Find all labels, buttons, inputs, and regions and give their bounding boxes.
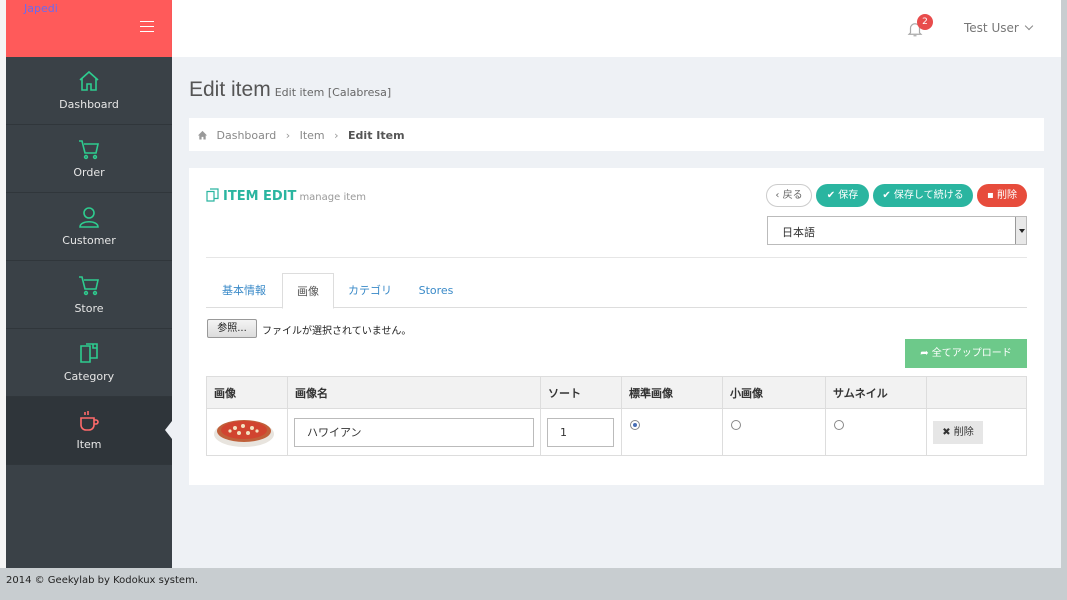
table-header-row: 画像 画像名 ソート 標準画像 小画像 サムネイル xyxy=(206,376,1027,409)
page-title: Edit item Edit item [Calabresa] xyxy=(189,78,391,102)
col-standard-image: 標準画像 xyxy=(621,376,723,409)
home-icon xyxy=(79,70,99,91)
language-selected: 日本語 xyxy=(782,226,815,239)
close-icon: ✖ xyxy=(942,426,954,438)
col-image: 画像 xyxy=(206,376,288,409)
row-delete-label: 削除 xyxy=(953,426,974,438)
breadcrumb-current: Edit Item xyxy=(348,129,405,142)
cart-icon xyxy=(79,276,99,296)
file-status: ファイルが選択されていません。 xyxy=(262,326,412,337)
dropdown-arrow-icon xyxy=(1015,217,1026,244)
col-image-name: 画像名 xyxy=(287,376,541,409)
sidebar-item-label: Category xyxy=(63,370,115,383)
page-subtitle: Edit item [Calabresa] xyxy=(274,86,392,99)
topbar: 2 Test User xyxy=(172,0,1061,57)
chevron-right-icon: › xyxy=(334,129,339,142)
sidebar-item-label: Customer xyxy=(62,234,116,247)
actions-cell: ✖ 削除 xyxy=(926,408,1027,456)
notification-badge: 2 xyxy=(917,14,933,30)
active-indicator xyxy=(165,421,172,439)
chevron-down-icon xyxy=(1024,21,1034,31)
standard-image-radio[interactable] xyxy=(630,420,640,430)
breadcrumb: Dashboard › Item › Edit Item xyxy=(189,118,1044,151)
check-icon: ✔ xyxy=(826,190,839,201)
image-name-cell: ハワイアン xyxy=(287,408,541,456)
image-cell xyxy=(206,408,288,456)
sort-input[interactable]: 1 xyxy=(547,417,614,447)
user-menu[interactable]: Test User xyxy=(964,21,1034,35)
thumbnail-cell xyxy=(825,408,927,456)
chevron-left-icon: ‹ xyxy=(775,190,783,201)
copy-icon xyxy=(80,343,98,363)
browse-button[interactable]: 参照... xyxy=(207,319,257,338)
panel-title: ITEM EDIT manage item xyxy=(206,188,366,204)
tab-bar: 基本情報 画像 カテゴリ Stores xyxy=(206,273,1027,309)
footer-text: 2014 © Geekylab by Kodokux system. xyxy=(6,575,198,586)
image-table: 画像 画像名 ソート 標準画像 小画像 サムネイル ハワイアン 1 ✖ 削除 xyxy=(206,376,1027,456)
tab-images[interactable]: 画像 xyxy=(282,273,334,309)
tab-stores[interactable]: Stores xyxy=(404,273,468,309)
sidebar-item-customer[interactable]: Customer xyxy=(6,193,172,261)
sidebar-item-label: Dashboard xyxy=(59,98,119,111)
sidebar: Japedi Dashboard Order Customer Store Ca… xyxy=(6,0,172,568)
table-row: ハワイアン 1 ✖ 削除 xyxy=(206,408,1027,456)
tab-basic-info[interactable]: 基本情報 xyxy=(206,273,282,309)
save-button-label: 保存 xyxy=(838,190,859,201)
sidebar-item-dashboard[interactable]: Dashboard xyxy=(6,57,172,125)
language-select[interactable]: 日本語 xyxy=(767,216,1027,245)
brand-name[interactable]: Japedi xyxy=(24,2,58,15)
sidebar-item-item[interactable]: Item xyxy=(6,397,172,465)
col-small-image: 小画像 xyxy=(722,376,826,409)
breadcrumb-item[interactable]: Item xyxy=(300,129,325,142)
standard-image-cell xyxy=(621,408,723,456)
col-actions xyxy=(926,376,1027,409)
home-icon xyxy=(197,130,208,140)
small-image-radio[interactable] xyxy=(731,420,741,430)
menu-toggle-icon[interactable] xyxy=(140,21,154,33)
save-continue-label: 保存して続ける xyxy=(893,190,964,201)
sidebar-item-label: Store xyxy=(74,302,104,315)
pizza-thumbnail[interactable] xyxy=(213,415,275,449)
back-button[interactable]: ‹ 戻る xyxy=(766,184,812,207)
chevron-right-icon: › xyxy=(285,129,291,142)
delete-button[interactable]: ▪ 削除 xyxy=(977,184,1027,207)
save-continue-button[interactable]: ✔ 保存して続ける xyxy=(873,184,973,207)
trash-icon: ▪ xyxy=(987,190,997,201)
sidebar-item-label: Order xyxy=(73,166,105,179)
cart-icon xyxy=(79,140,99,160)
main-content: Edit item Edit item [Calabresa] Dashboard… xyxy=(172,57,1061,568)
back-button-label: 戻る xyxy=(782,190,803,201)
sidebar-item-category[interactable]: Category xyxy=(6,329,172,397)
col-sort: ソート xyxy=(540,376,622,409)
item-edit-panel: ITEM EDIT manage item ‹ 戻る ✔ 保存 ✔ 保存して続ける… xyxy=(189,168,1044,485)
sidebar-item-label: Item xyxy=(76,438,102,451)
upload-all-button[interactable]: ➦ 全てアップロード xyxy=(905,339,1027,368)
page-title-text: Edit item xyxy=(189,78,271,101)
delete-button-label: 削除 xyxy=(996,190,1017,201)
user-name: Test User xyxy=(964,21,1019,35)
thumbnail-radio[interactable] xyxy=(834,420,844,430)
col-thumbnail: サムネイル xyxy=(825,376,927,409)
row-delete-button[interactable]: ✖ 削除 xyxy=(933,420,983,444)
panel-subtitle: manage item xyxy=(299,192,367,203)
small-image-cell xyxy=(722,408,826,456)
check-circle-icon: ✔ xyxy=(882,190,894,201)
user-icon xyxy=(79,207,99,228)
scrollbar-track xyxy=(1061,0,1067,568)
sidebar-item-store[interactable]: Store xyxy=(6,261,172,329)
sidebar-item-order[interactable]: Order xyxy=(6,125,172,193)
coffee-icon xyxy=(80,411,99,431)
panel-title-text: ITEM EDIT xyxy=(223,189,297,204)
sort-cell: 1 xyxy=(540,408,622,456)
save-button[interactable]: ✔ 保存 xyxy=(816,184,869,207)
divider xyxy=(206,257,1027,258)
upload-all-label: 全てアップロード xyxy=(931,348,1012,359)
copy-icon xyxy=(206,188,219,202)
image-name-input[interactable]: ハワイアン xyxy=(294,417,534,447)
share-icon: ➦ xyxy=(920,348,932,359)
breadcrumb-dashboard[interactable]: Dashboard xyxy=(217,129,277,142)
tab-category[interactable]: カテゴリ xyxy=(336,273,404,309)
brand-header: Japedi xyxy=(6,0,172,57)
